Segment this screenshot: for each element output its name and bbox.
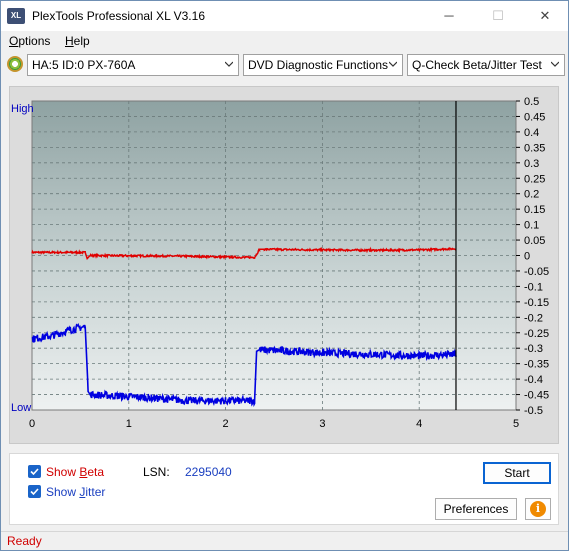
x-tick-label: 2 <box>223 418 229 430</box>
close-button[interactable]: ✕ <box>522 1 568 31</box>
y-tick-label: -0.1 <box>524 281 543 293</box>
x-tick-label: 1 <box>126 418 132 430</box>
y-tick-label: 0 <box>524 251 530 263</box>
chevron-down-icon <box>551 61 559 67</box>
menu-options[interactable]: Options <box>9 34 50 48</box>
y-tick-label: -0.3 <box>524 343 543 355</box>
show-beta-label[interactable]: Show Beta <box>46 465 104 479</box>
y-tick-label: 0.2 <box>524 189 539 201</box>
preferences-button[interactable]: Preferences <box>435 498 517 520</box>
y-tick-label: 0.4 <box>524 127 539 139</box>
y-tick-label: 0.3 <box>524 158 539 170</box>
show-beta-checkbox[interactable] <box>28 465 41 478</box>
minimize-button[interactable]: ─ <box>426 1 472 31</box>
options-panel: Show Beta Show Jitter LSN: 2295040 Start… <box>9 453 559 525</box>
y-tick-label: 0.5 <box>524 96 539 108</box>
app-window: XL PlexTools Professional XL V3.16 ─ ☐ ✕… <box>0 0 569 551</box>
chevron-down-icon <box>225 61 233 67</box>
show-jitter-checkbox[interactable] <box>28 485 41 498</box>
start-button[interactable]: Start <box>483 462 551 484</box>
disc-drive-icon <box>7 56 23 72</box>
y-tick-label: 0.25 <box>524 173 545 185</box>
beta-jitter-chart: 0 1 2 3 4 5 0.5 0.45 0.4 0.35 0.3 0.25 0.2 0.15 0.1 0.… <box>11 96 549 430</box>
info-button[interactable]: i <box>525 498 551 520</box>
y-tick-label: 0.45 <box>524 111 545 123</box>
title-bar: XL PlexTools Professional XL V3.16 ─ ☐ ✕ <box>1 1 568 31</box>
x-tick-label: 3 <box>319 418 325 430</box>
test-select[interactable]: Q-Check Beta/Jitter Test <box>407 54 565 76</box>
y-tick-label: 0.1 <box>524 220 539 232</box>
chart-panel: 0 1 2 3 4 5 0.5 0.45 0.4 0.35 0.3 0.25 0.2 0.15 0.1 0.… <box>9 86 559 444</box>
y-label-low: Low <box>11 402 31 414</box>
drive-select[interactable]: HA:5 ID:0 PX-760A <box>27 54 239 76</box>
window-title: PlexTools Professional XL V3.16 <box>32 9 205 23</box>
lsn-label: LSN: <box>143 465 170 479</box>
test-select-value: Q-Check Beta/Jitter Test <box>412 58 542 72</box>
function-select[interactable]: DVD Diagnostic Functions <box>243 54 403 76</box>
info-icon: i <box>530 501 546 517</box>
y-tick-label: -0.35 <box>524 359 549 371</box>
function-select-value: DVD Diagnostic Functions <box>248 58 389 72</box>
show-jitter-label[interactable]: Show Jitter <box>46 485 105 499</box>
app-logo-icon: XL <box>7 8 25 24</box>
y-tick-label: 0.35 <box>524 142 545 154</box>
x-tick-label: 0 <box>29 418 35 430</box>
maximize-button[interactable]: ☐ <box>475 1 521 31</box>
checkmark-icon <box>30 488 39 496</box>
y-tick-label: 0.05 <box>524 235 545 247</box>
menu-help[interactable]: Help <box>65 34 90 48</box>
y-tick-label: -0.25 <box>524 328 549 340</box>
toolbar: HA:5 ID:0 PX-760A DVD Diagnostic Functio… <box>1 53 568 79</box>
chevron-down-icon <box>389 61 397 67</box>
menu-bar: Options Help <box>1 31 568 51</box>
y-tick-label: 0.15 <box>524 204 545 216</box>
drive-select-value: HA:5 ID:0 PX-760A <box>32 58 136 72</box>
lsn-value: 2295040 <box>185 465 232 479</box>
y-tick-label: -0.5 <box>524 405 543 417</box>
y-tick-label: -0.4 <box>524 374 543 386</box>
y-tick-label: -0.15 <box>524 297 549 309</box>
status-bar: Ready <box>1 531 568 550</box>
y-label-high: High <box>11 103 34 115</box>
y-tick-label: -0.45 <box>524 390 549 402</box>
x-tick-label: 4 <box>416 418 422 430</box>
x-tick-label: 5 <box>513 418 519 430</box>
status-text: Ready <box>7 534 42 548</box>
y-tick-label: -0.05 <box>524 266 549 278</box>
y-tick-label: -0.2 <box>524 312 543 324</box>
checkmark-icon <box>30 468 39 476</box>
